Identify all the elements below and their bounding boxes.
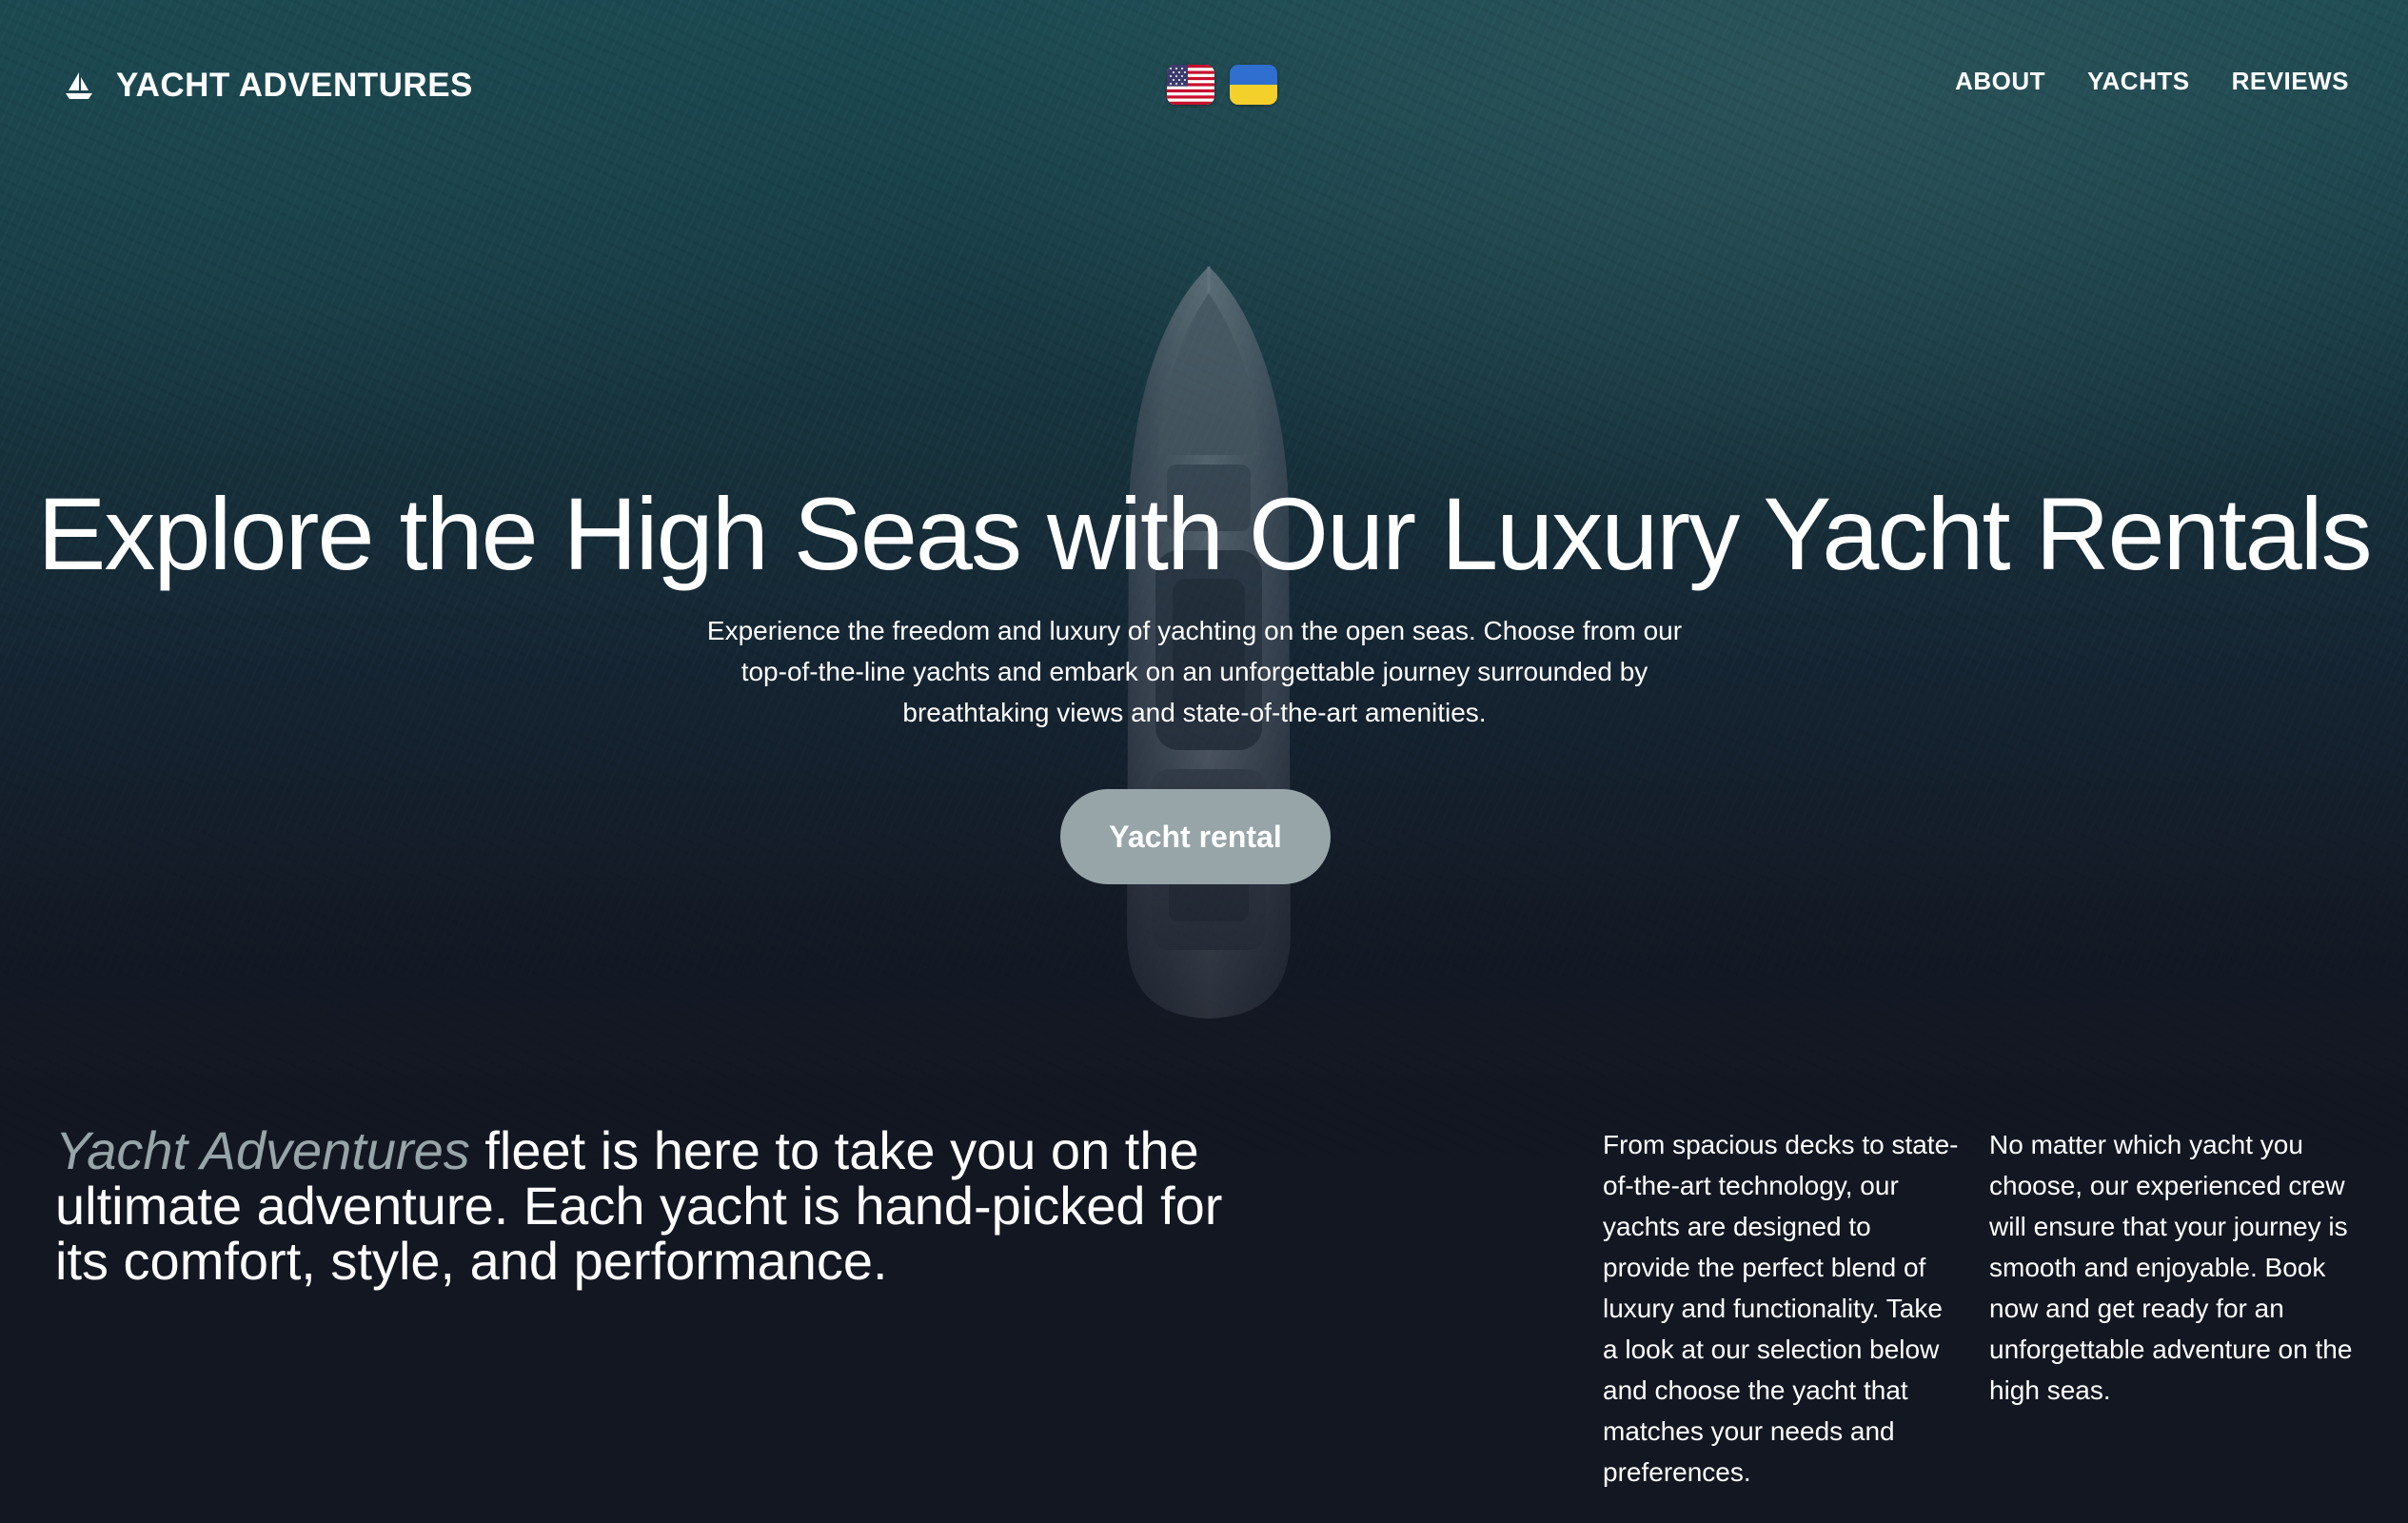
nav-link-yachts[interactable]: YACHTS (2087, 67, 2190, 96)
fleet-intro-heading: Yacht Adventures fleet is here to take y… (55, 1123, 1235, 1289)
fleet-description-1: From spacious decks to state-of-the-art … (1603, 1130, 1959, 1487)
language-switcher (1167, 65, 1277, 105)
sailboat-icon (66, 72, 92, 99)
site-header: YACHT ADVENTURES ABOUT YACHTS REVIEWS (0, 0, 2408, 171)
fleet-description-2: No matter which yacht you choose, our ex… (1989, 1130, 2353, 1405)
ukraine-flag-icon[interactable] (1230, 65, 1277, 105)
hero-title: Explore the High Seas with Our Luxury Ya… (37, 476, 2372, 591)
yacht-rental-button[interactable]: Yacht rental (1060, 789, 1331, 884)
main-nav: ABOUT YACHTS REVIEWS (1955, 67, 2349, 96)
nav-link-about[interactable]: ABOUT (1955, 67, 2045, 96)
us-flag-icon[interactable] (1167, 65, 1214, 105)
hero-subtitle: Experience the freedom and luxury of yac… (706, 616, 1683, 727)
page: YACHT ADVENTURES ABOUT YACHTS REVIEWS Ex… (0, 0, 2408, 1523)
nav-link-reviews[interactable]: REVIEWS (2232, 67, 2349, 96)
brand-name: YACHT ADVENTURES (116, 67, 473, 104)
fleet-intro-brand: Yacht Adventures (55, 1120, 470, 1180)
brand-logo-link[interactable]: YACHT ADVENTURES (63, 65, 473, 107)
